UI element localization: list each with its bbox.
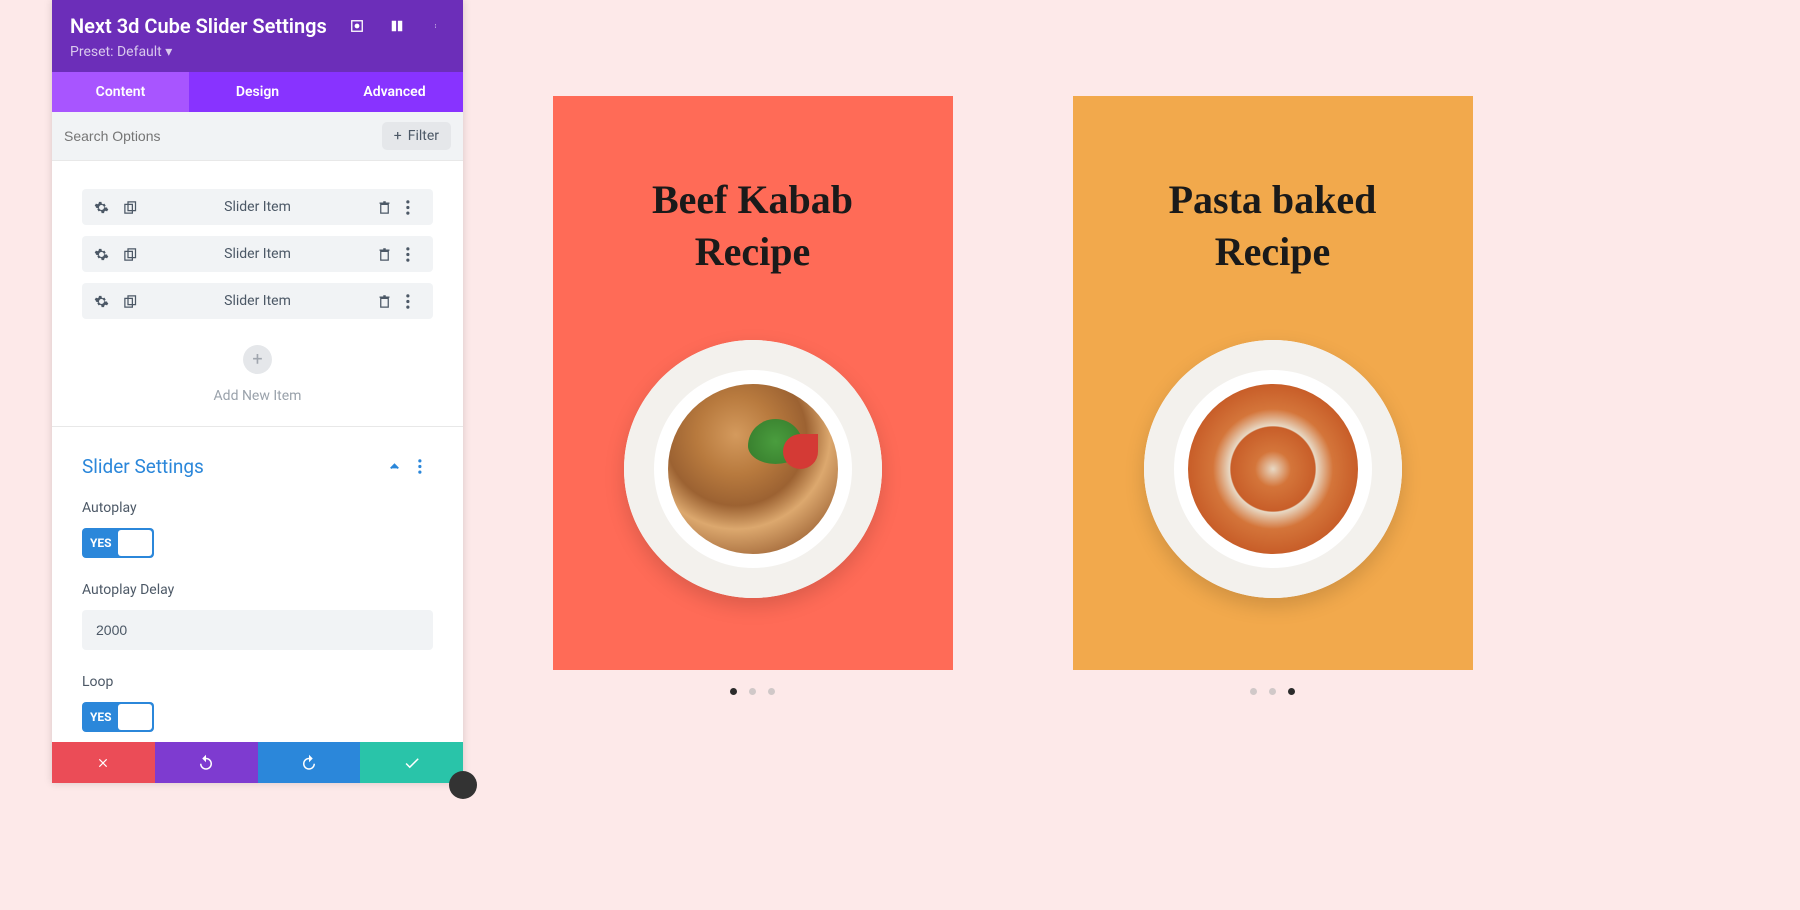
section-header[interactable]: Slider Settings [52,427,463,484]
tab-design[interactable]: Design [189,72,326,112]
pasta-food-image [1188,384,1358,554]
toggle-value: YES [82,710,112,724]
toggle-knob [118,530,152,556]
pagination-dots-2 [1073,688,1473,695]
delay-input[interactable] [82,610,433,650]
plate-image [1144,340,1402,598]
more-icon[interactable] [418,459,433,474]
add-item-button[interactable]: + [243,345,272,374]
trash-icon[interactable] [377,294,392,309]
undo-button[interactable] [155,742,258,783]
plate-image [624,340,882,598]
settings-panel: Next 3d Cube Slider Settings Preset: Def… [52,0,463,783]
add-item-label: Add New Item [82,388,433,404]
dot-1[interactable] [730,688,737,695]
item-label: Slider Item [138,199,377,215]
autoplay-label: Autoplay [82,500,433,516]
duplicate-icon[interactable] [123,294,138,309]
search-row: + Filter [52,112,463,161]
item-label: Slider Item [138,293,377,309]
dot-3[interactable] [768,688,775,695]
more-icon[interactable] [429,18,445,34]
dot-3[interactable] [1288,688,1295,695]
more-icon[interactable] [406,200,421,215]
pagination-dots-1 [553,688,953,695]
beef-food-image [668,384,838,554]
trash-icon[interactable] [377,200,392,215]
panel-title: Next 3d Cube Slider Settings [70,14,327,38]
plus-icon: + [394,128,402,144]
gear-icon[interactable] [94,200,109,215]
redo-icon [300,754,318,772]
autoplay-toggle[interactable]: YES [82,528,154,558]
filter-button[interactable]: + Filter [382,122,451,150]
loop-label: Loop [82,674,433,690]
items-list: Slider Item Slider Item [52,161,463,426]
gear-icon[interactable] [94,294,109,309]
duplicate-icon[interactable] [123,247,138,262]
dot-2[interactable] [749,688,756,695]
loop-toggle[interactable]: YES [82,702,154,732]
close-icon [96,756,110,770]
filter-label: Filter [408,128,439,144]
expand-icon[interactable] [349,18,365,34]
toggle-knob [118,704,152,730]
check-icon [403,754,421,772]
section-title: Slider Settings [82,455,204,478]
undo-icon [197,754,215,772]
duplicate-icon[interactable] [123,200,138,215]
more-icon[interactable] [406,247,421,262]
redo-button[interactable] [258,742,361,783]
item-label: Slider Item [138,246,377,262]
delay-label: Autoplay Delay [82,582,433,598]
card2-title-line2: Recipe [1073,226,1473,278]
search-input[interactable] [64,128,382,144]
tabs-bar: Content Design Advanced [52,72,463,112]
tab-content[interactable]: Content [52,72,189,112]
gear-icon[interactable] [94,247,109,262]
preset-dropdown[interactable]: Preset: Default ▾ [70,44,445,60]
card1-title-line1: Beef Kabab [553,174,953,226]
content-area: Slider Item Slider Item [52,161,463,783]
preview-area: Beef Kabab Recipe Pasta baked Recipe [475,13,1550,910]
more-icon[interactable] [406,294,421,309]
column-icon[interactable] [389,18,405,34]
card1-title-line2: Recipe [553,226,953,278]
toggle-value: YES [82,536,112,550]
footer-bar [52,742,463,783]
card2-title-line1: Pasta baked [1073,174,1473,226]
drag-handle[interactable] [449,771,477,799]
panel-header: Next 3d Cube Slider Settings Preset: Def… [52,0,463,72]
tab-advanced[interactable]: Advanced [326,72,463,112]
dot-2[interactable] [1269,688,1276,695]
slider-item-row[interactable]: Slider Item [82,189,433,225]
slider-item-row[interactable]: Slider Item [82,236,433,272]
garnish-tomato [783,434,818,469]
slider-card-1: Beef Kabab Recipe [553,96,953,670]
close-button[interactable] [52,742,155,783]
trash-icon[interactable] [377,247,392,262]
dot-1[interactable] [1250,688,1257,695]
slider-item-row[interactable]: Slider Item [82,283,433,319]
chevron-up-icon[interactable] [387,459,402,474]
slider-card-2: Pasta baked Recipe [1073,96,1473,670]
save-button[interactable] [360,742,463,783]
